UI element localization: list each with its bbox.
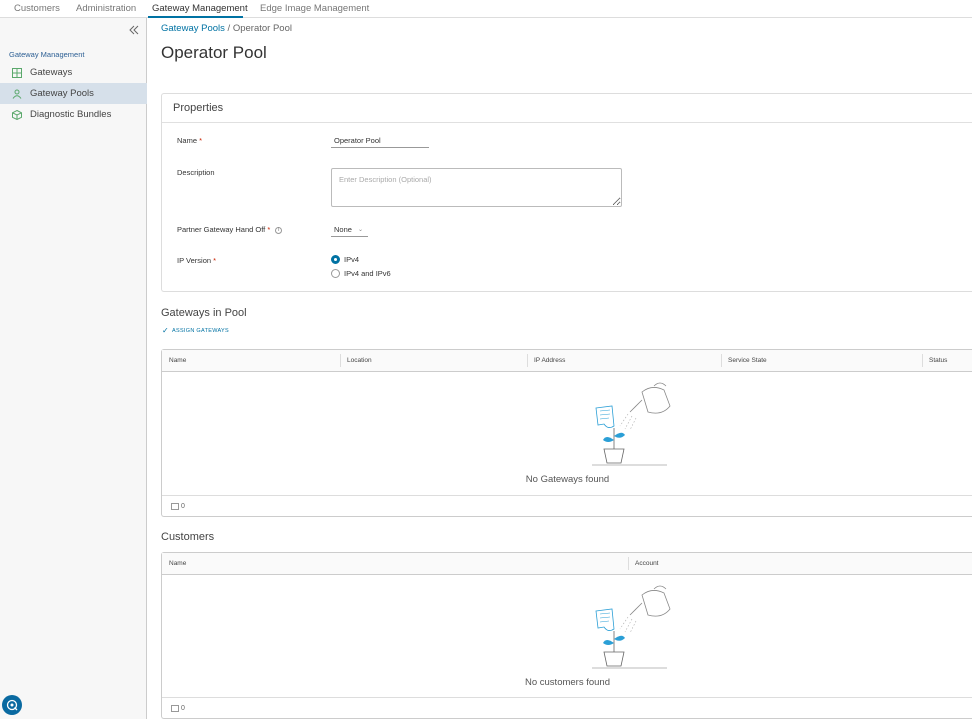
empty-state-illustration	[592, 585, 671, 669]
name-label-text: Name	[177, 136, 198, 145]
description-textarea[interactable]	[331, 168, 622, 207]
column-header-status[interactable]: Status	[922, 350, 947, 371]
diagnostic-bundles-icon	[12, 109, 22, 120]
gateways-icon	[12, 67, 22, 78]
divider	[162, 122, 972, 123]
sidebar: Gateway Management Gateways Gateway Pool…	[0, 18, 147, 719]
sidebar-item-label: Gateway Pools	[30, 88, 94, 99]
breadcrumb-current: Operator Pool	[232, 23, 292, 34]
breadcrumb-separator: /	[227, 23, 231, 34]
tab-edge-image-management[interactable]: Edge Image Management	[260, 3, 369, 14]
customers-section-title: Customers	[161, 531, 215, 543]
gateways-empty-message: No Gateways found	[525, 474, 610, 485]
tab-gateway-management[interactable]: Gateway Management	[152, 3, 248, 14]
properties-card: Properties Name * Description Partner Ga…	[161, 93, 972, 292]
column-header-account[interactable]: Account	[628, 553, 659, 574]
gateways-item-count: 0	[181, 503, 185, 510]
properties-title: Properties	[173, 102, 224, 114]
ip-version-label-text: IP Version	[177, 256, 212, 265]
gateways-section-title: Gateways in Pool	[161, 307, 247, 319]
column-header-name[interactable]: Name	[162, 553, 186, 574]
ipv4-ipv6-radio-option[interactable]: IPv4 and IPv6	[331, 269, 391, 278]
column-toggle-icon[interactable]	[171, 503, 179, 510]
handoff-label-text: Partner Gateway Hand Off	[177, 225, 266, 234]
handoff-label: Partner Gateway Hand Off * i	[177, 225, 283, 234]
sidebar-heading: Gateway Management	[9, 50, 85, 59]
handoff-select[interactable]: None ⌄	[331, 223, 368, 237]
column-header-ip-address[interactable]: IP Address	[527, 350, 565, 371]
assign-gateways-button[interactable]: ✓ ASSIGN GATEWAYS	[162, 326, 229, 335]
required-marker: *	[213, 256, 217, 265]
ipv4-radio[interactable]	[331, 255, 340, 264]
info-icon[interactable]: i	[275, 226, 283, 234]
name-input[interactable]	[331, 134, 429, 148]
breadcrumb: Gateway Pools / Operator Pool	[161, 23, 292, 34]
collapse-sidebar-button[interactable]	[128, 23, 140, 35]
column-header-service-state[interactable]: Service State	[721, 350, 767, 371]
required-marker: *	[267, 225, 271, 234]
customers-empty-message: No customers found	[524, 677, 610, 688]
grid-header: Name Location IP Address Service State S…	[162, 350, 972, 372]
check-icon: ✓	[162, 326, 170, 335]
description-label: Description	[177, 168, 215, 177]
breadcrumb-link-gateway-pools[interactable]: Gateway Pools	[161, 23, 225, 34]
tab-customers[interactable]: Customers	[14, 3, 60, 14]
name-label: Name *	[177, 136, 202, 145]
sidebar-item-gateway-pools[interactable]: Gateway Pools	[0, 83, 147, 104]
assign-gateways-label: ASSIGN GATEWAYS	[172, 327, 229, 334]
column-header-name[interactable]: Name	[162, 350, 186, 371]
sidebar-item-gateways[interactable]: Gateways	[0, 62, 147, 83]
main-content: Gateway Pools / Operator Pool Operator P…	[148, 18, 972, 719]
column-header-location[interactable]: Location	[340, 350, 372, 371]
handoff-selected-value: None	[334, 225, 352, 234]
ipv4-ipv6-radio[interactable]	[331, 269, 340, 278]
sidebar-item-label: Gateways	[30, 67, 73, 78]
customers-grid: Name Account No customers found 0	[161, 552, 972, 719]
grid-header: Name Account	[162, 553, 972, 575]
ipv4-ipv6-label: IPv4 and IPv6	[344, 269, 391, 278]
tab-administration[interactable]: Administration	[76, 3, 136, 14]
chat-support-button[interactable]	[2, 695, 22, 715]
chat-icon	[6, 699, 18, 711]
double-chevron-left-icon	[129, 25, 139, 35]
top-navigation: Customers Administration Gateway Managem…	[0, 0, 972, 18]
gateway-pools-icon	[12, 89, 22, 99]
sidebar-item-label: Diagnostic Bundles	[30, 109, 112, 120]
grid-footer: 0	[162, 495, 972, 517]
chevron-down-icon: ⌄	[357, 227, 363, 233]
ipv4-label: IPv4	[344, 255, 360, 264]
customers-item-count: 0	[181, 705, 185, 712]
gateways-grid: Name Location IP Address Service State S…	[161, 349, 972, 517]
sidebar-item-diagnostic-bundles[interactable]: Diagnostic Bundles	[0, 104, 147, 125]
empty-state-illustration	[592, 382, 671, 466]
page-title: Operator Pool	[161, 43, 267, 62]
required-marker: *	[199, 136, 203, 145]
column-toggle-icon[interactable]	[171, 705, 179, 712]
grid-footer: 0	[162, 697, 972, 719]
ip-version-label: IP Version *	[177, 256, 216, 265]
ipv4-radio-option[interactable]: IPv4	[331, 255, 359, 264]
